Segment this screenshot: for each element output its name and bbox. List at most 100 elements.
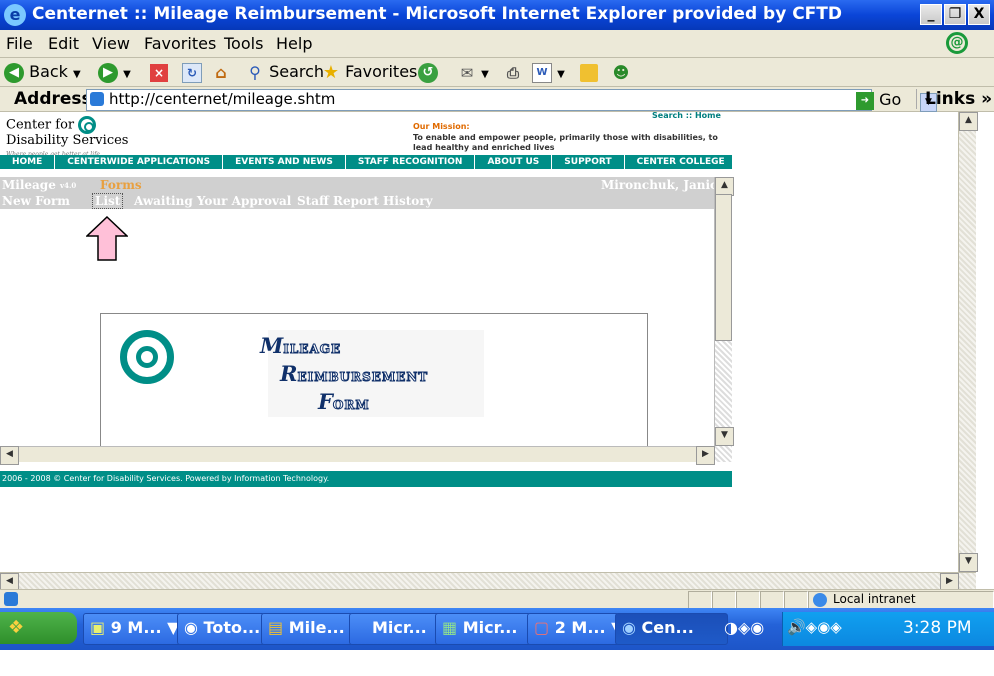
- nav-support[interactable]: SUPPORT: [552, 155, 625, 169]
- stop-button[interactable]: ×: [150, 62, 168, 82]
- menu-view[interactable]: View: [92, 34, 130, 53]
- folder-icon: [580, 63, 598, 82]
- address-input[interactable]: http://centernet/mileage.shtm ▼: [86, 89, 937, 112]
- frame-scroll-down-button[interactable]: ▼: [715, 427, 734, 446]
- home-button[interactable]: ⌂: [212, 62, 230, 82]
- quick-launch-icons[interactable]: ◑◈◉: [724, 614, 780, 642]
- menu-edit[interactable]: Edit: [48, 34, 79, 53]
- tab-awaiting-approval[interactable]: Awaiting Your Approval: [134, 194, 291, 208]
- ie-icon: ◉: [622, 618, 636, 637]
- menu-help[interactable]: Help: [276, 34, 312, 53]
- close-button[interactable]: X: [968, 4, 990, 25]
- start-button[interactable]: ❖ Start: [0, 612, 77, 670]
- nav-about-us[interactable]: ABOUT US: [475, 155, 553, 169]
- windows-flag-icon: ❖: [8, 617, 25, 638]
- forward-button[interactable]: ▶ ▼: [98, 62, 131, 83]
- taskbar-item-9m[interactable]: ▣ 9 M... ▼: [83, 613, 181, 645]
- maximize-button[interactable]: ❐: [944, 4, 966, 25]
- folder-button[interactable]: [580, 62, 598, 82]
- taskbar-item-2m[interactable]: ▢ 2 M... ▼: [527, 613, 619, 645]
- page-status-icon: [4, 592, 18, 606]
- search-home-link[interactable]: Search :: Home: [652, 111, 721, 120]
- logo-line2: Disability Services: [6, 133, 129, 148]
- nav-staff-recognition[interactable]: STAFF RECOGNITION: [346, 155, 476, 169]
- taskbar-item-micr-2[interactable]: ▦ Micr...: [435, 613, 531, 645]
- mail-icon: ✉: [460, 63, 474, 82]
- form-title-image: MILEAGE REIMBURSEMENT FORM: [260, 330, 484, 417]
- excel-icon: ▦: [442, 618, 458, 637]
- home-icon: ⌂: [215, 62, 227, 82]
- frame-vertical-scrollbar[interactable]: ▲ ▼: [714, 177, 734, 462]
- frame-scroll-thumb[interactable]: [715, 194, 732, 341]
- go-arrow-icon: ➜: [856, 91, 874, 110]
- go-button[interactable]: ➜ Go: [856, 90, 901, 110]
- menu-bar: File Edit View Favorites Tools Help @: [0, 30, 994, 58]
- printer-icon: ⎙: [506, 63, 519, 82]
- site-nav: HOME CENTERWIDE APPLICATIONS EVENTS AND …: [0, 155, 738, 169]
- page-icon: [90, 92, 104, 106]
- search-button[interactable]: ⚲ Search: [246, 62, 324, 82]
- swirl-logo-icon: [78, 116, 97, 134]
- page-scroll-down-button[interactable]: ▼: [959, 553, 978, 572]
- page-scroll-up-button[interactable]: ▲: [959, 112, 978, 131]
- taskbar-item-mile[interactable]: ▤ Mile...: [261, 613, 353, 645]
- nav-home[interactable]: HOME: [0, 155, 56, 169]
- status-cell: [784, 591, 808, 609]
- page-horizontal-scrollbar[interactable]: ◀ ▶: [0, 572, 976, 592]
- menu-file[interactable]: File: [6, 34, 33, 53]
- taskbar-item-centernet[interactable]: ◉ Cen...: [615, 613, 728, 645]
- intranet-icon: [813, 593, 827, 607]
- status-cell: [712, 591, 736, 609]
- messenger-button[interactable]: ☻: [612, 62, 630, 82]
- logo-line1: Center for: [6, 117, 75, 133]
- menu-favorites[interactable]: Favorites: [144, 34, 216, 53]
- folder-icon: ▤: [268, 618, 284, 637]
- tab-list[interactable]: List: [92, 193, 124, 209]
- toto-icon: ◉: [184, 618, 198, 637]
- mission-text: To enable and empower people, primarily …: [413, 133, 718, 152]
- stop-icon: ×: [150, 63, 168, 82]
- frame-horizontal-scrollbar[interactable]: ◀ ▶: [0, 446, 715, 465]
- status-bar: Local intranet: [0, 589, 994, 609]
- taskbar-item-toto[interactable]: ◉ Toto...: [177, 613, 265, 645]
- favorites-button[interactable]: ★ Favorites: [322, 62, 417, 82]
- tray-icons[interactable]: 🔊◈◉◈: [787, 618, 842, 636]
- mission-heading: Our Mission:: [413, 122, 470, 131]
- print-button[interactable]: ⎙: [504, 62, 522, 82]
- tab-new-form[interactable]: New Form: [2, 194, 70, 208]
- tab-staff-report-history[interactable]: Staff Report History: [297, 194, 433, 208]
- cds-swirl-icon: [120, 330, 174, 384]
- title-line-form: FORM: [318, 389, 370, 414]
- window-title-bar[interactable]: e Centernet :: Mileage Reimbursement - M…: [0, 0, 994, 30]
- frame-scroll-right-button[interactable]: ▶: [696, 446, 715, 465]
- back-arrow-icon: ◀: [4, 62, 24, 83]
- pink-up-arrow: [86, 216, 128, 261]
- clock: 3:28 PM: [903, 618, 972, 638]
- address-bar: Address http://centernet/mileage.shtm ▼ …: [0, 87, 994, 112]
- system-tray: 🔊◈◉◈ 3:28 PM: [782, 612, 994, 646]
- menu-tools[interactable]: Tools: [224, 34, 263, 53]
- status-cell: [760, 591, 784, 609]
- minimize-button[interactable]: _: [920, 4, 942, 25]
- back-button[interactable]: ◀ Back ▼: [4, 62, 81, 83]
- app-tabs: New Form List Awaiting Your Approval Sta…: [0, 193, 714, 209]
- outlook-icon: ▣: [90, 618, 106, 637]
- standard-toolbar: ◀ Back ▼ ▶ ▼ × ↻ ⌂ ⚲ Search ★ Favorites …: [0, 58, 994, 87]
- frame-scroll-left-button[interactable]: ◀: [0, 446, 19, 465]
- nav-center-college[interactable]: CENTER COLLEGE: [625, 155, 738, 169]
- mail-button[interactable]: ✉ ▼: [458, 62, 489, 82]
- app-name: Mileage: [2, 178, 56, 192]
- refresh-icon: ↻: [182, 62, 202, 83]
- links-button[interactable]: Links »: [916, 89, 992, 109]
- title-line-reimbursement: REIMBURSEMENT: [280, 361, 429, 386]
- nav-events-and-news[interactable]: EVENTS AND NEWS: [223, 155, 346, 169]
- forward-arrow-icon: ▶: [98, 62, 118, 83]
- edit-button[interactable]: W ▼: [532, 62, 565, 83]
- user-name: Mironchuk, Janic: [601, 178, 714, 192]
- status-cell: [736, 591, 760, 609]
- page-vertical-scrollbar[interactable]: ▲ ▼: [958, 112, 978, 572]
- history-button[interactable]: ↺: [418, 62, 438, 83]
- refresh-button[interactable]: ↻: [182, 62, 202, 83]
- status-cell: [688, 591, 712, 609]
- nav-centerwide-applications[interactable]: CENTERWIDE APPLICATIONS: [55, 155, 224, 169]
